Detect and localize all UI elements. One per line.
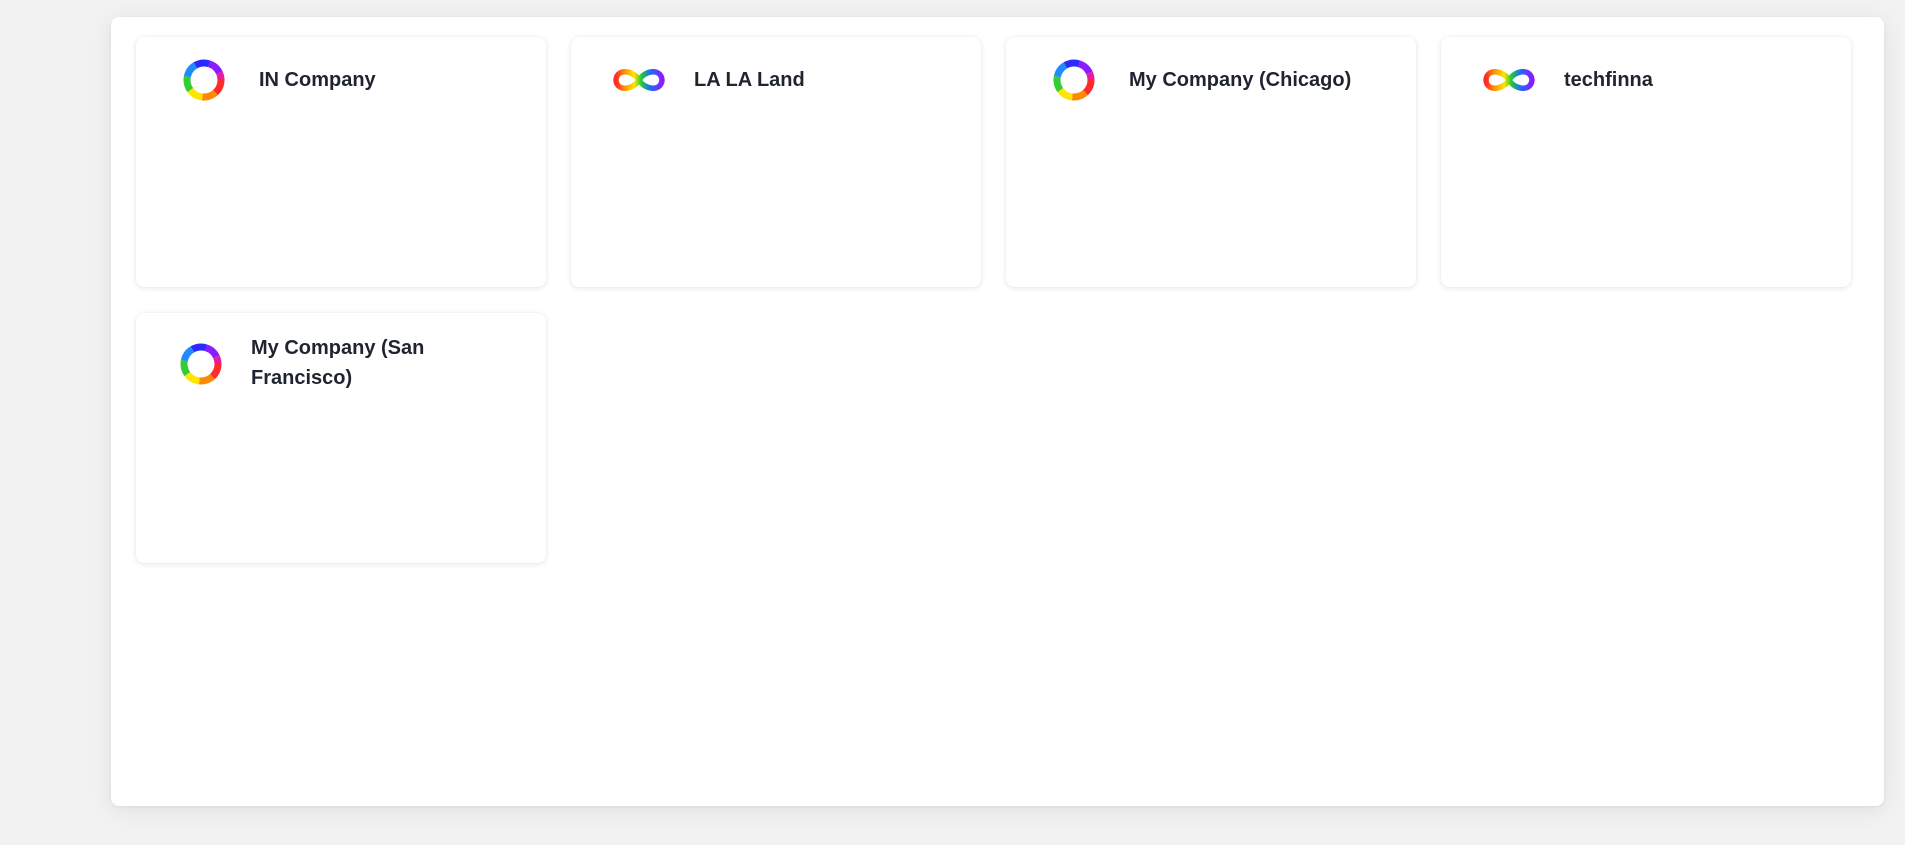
company-name: IN Company [259, 69, 376, 91]
company-card-la-la-land[interactable]: LA LA Land [571, 37, 981, 287]
rainbow-ring-icon [171, 341, 231, 387]
company-card-in-company[interactable]: IN Company [136, 37, 546, 287]
company-name: My Company (San Francisco) [251, 337, 425, 389]
company-card-my-company-san-francisco[interactable]: My Company (San Francisco) [136, 313, 546, 563]
company-selection-panel: IN Company LA LA Land My Company (Chicag… [111, 17, 1884, 806]
rainbow-infinity-icon [609, 57, 669, 103]
company-name: techfinna [1564, 69, 1653, 91]
company-card-techfinna[interactable]: techfinna [1441, 37, 1851, 287]
rainbow-ring-icon [1044, 57, 1104, 103]
rainbow-infinity-icon [1479, 57, 1539, 103]
rainbow-ring-icon [174, 57, 234, 103]
company-name: LA LA Land [694, 69, 805, 91]
company-grid: IN Company LA LA Land My Company (Chicag… [136, 37, 1851, 563]
company-card-my-company-chicago[interactable]: My Company (Chicago) [1006, 37, 1416, 287]
company-name: My Company (Chicago) [1129, 69, 1352, 91]
